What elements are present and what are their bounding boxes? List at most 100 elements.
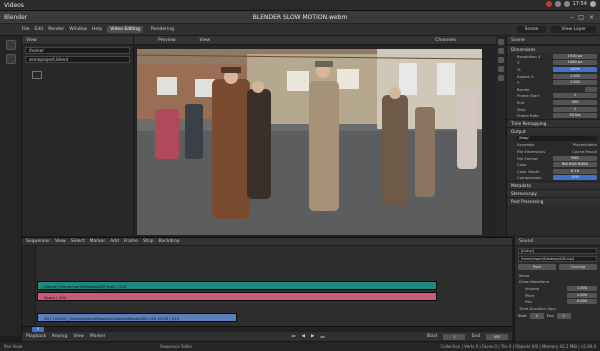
prop-row: End 450	[507, 99, 600, 106]
seq-menu-select[interactable]: Select	[71, 239, 85, 244]
jump-end-icon[interactable]: ⏭	[320, 334, 324, 340]
seq-menu-strip[interactable]: Strip	[143, 239, 154, 244]
audio-strip[interactable]: [Kutvp] /home/rspm/Desktop/DR.mp3 | 210	[37, 281, 437, 290]
file-view-menu[interactable]: View	[26, 38, 37, 43]
sound-buttons: Pack Caching	[518, 264, 597, 270]
street-scene-image	[137, 49, 482, 235]
tab-video-editing[interactable]: Video Editing	[107, 26, 144, 33]
video-preview-frame	[137, 49, 482, 235]
prop-row: Border	[507, 86, 600, 93]
time-duration-label: Time Duration (fps)	[519, 305, 556, 311]
menu-window[interactable]: Window	[69, 27, 87, 32]
seq-menu-frame[interactable]: Frame	[124, 239, 138, 244]
preview-mode[interactable]: Preview	[158, 38, 176, 43]
output-section[interactable]: Output	[507, 126, 600, 135]
prop-row: Frame Rate 30 fps	[507, 112, 600, 119]
preview-view-menu[interactable]: View	[200, 38, 211, 43]
network-icon[interactable]	[554, 1, 561, 7]
jump-start-icon[interactable]: ⏮	[291, 334, 295, 340]
metadata-section[interactable]: Metadata	[507, 181, 600, 190]
file-name-field[interactable]: someproject.blend	[25, 56, 130, 63]
status-mid: Sequence Slider	[160, 344, 193, 349]
menu-help[interactable]: Help	[92, 27, 102, 32]
prop-row: Frame Start 1	[507, 93, 600, 100]
end-frame-field[interactable]: 450	[486, 333, 508, 340]
prop-row: Y 1.000	[507, 79, 600, 86]
output-tab-icon[interactable]	[498, 48, 504, 54]
play-icon[interactable]: ▶	[311, 334, 314, 339]
keying-menu[interactable]: Keying	[52, 334, 67, 339]
prop-row: % 100%	[507, 66, 600, 73]
blender-menubar: File Edit Render Window Help Video Editi…	[0, 24, 600, 36]
post-processing-section[interactable]: Post Processing	[507, 197, 600, 206]
scene-tab-icon[interactable]	[498, 66, 504, 72]
start-frame-field[interactable]: 1	[443, 333, 466, 340]
menu-edit[interactable]: Edit	[35, 27, 44, 32]
dimensions-section[interactable]: Dimensions	[507, 45, 600, 53]
color-strip[interactable]: Spare | 450	[37, 292, 437, 301]
sequencer-header: Sequencer View Select Marker Add Frame S…	[22, 237, 512, 246]
time-remapping-section[interactable]: Time Remapping	[507, 118, 600, 127]
status-right: Collection | Verts 0 | Faces 0 | Tris 0 …	[440, 344, 596, 349]
render-tab-icon[interactable]	[498, 39, 504, 45]
file-browser-header: View	[22, 36, 133, 45]
properties-scene-label: Scene	[511, 37, 525, 43]
view-layer-tab-icon[interactable]	[498, 57, 504, 63]
view-menu[interactable]: View	[73, 334, 84, 339]
properties-tabs	[496, 36, 506, 236]
sound-start-field[interactable]: 0	[529, 312, 544, 319]
maximize-icon[interactable]: □	[578, 14, 584, 21]
seq-backdrop-toggle[interactable]: Backdrop	[159, 239, 180, 244]
start-frame-label: Start	[426, 334, 438, 339]
power-icon[interactable]	[590, 1, 596, 7]
tab-rendering[interactable]: Rendering	[148, 26, 177, 33]
minimize-icon[interactable]: –	[570, 14, 573, 21]
sound-strip-panel: Sound [Kutvp] /home/rspm/Desktop/DR.mp3 …	[514, 237, 600, 341]
sound-end-field[interactable]: 0	[556, 312, 571, 319]
close-icon[interactable]: ×	[589, 14, 594, 21]
channels-selector[interactable]: Channels	[435, 38, 456, 43]
volume-icon[interactable]	[563, 1, 570, 7]
window-controls: – □ ×	[570, 14, 594, 21]
preview-header: Preview View Channels	[134, 36, 496, 45]
app-menu[interactable]: Videos	[4, 2, 24, 9]
output-path-row: /tmp/	[507, 135, 600, 142]
window-titlebar: Blender BLENDER SLOW MOTION.webm – □ ×	[0, 11, 600, 24]
parent-folder-icon[interactable]	[32, 71, 42, 79]
movie-strip[interactable]: 001 | 00:00 | /home/rspm/Videos/Un-Video…	[37, 313, 237, 322]
scene-selector[interactable]: Scene	[516, 26, 547, 33]
prop-row: Color Depth 8 16	[507, 168, 600, 175]
sound-header[interactable]: Sound	[515, 237, 600, 246]
properties-header: Scene	[507, 36, 600, 45]
caching-button[interactable]: Caching	[559, 264, 597, 270]
world-tab-icon[interactable]	[498, 75, 504, 81]
waveform-option[interactable]: Draw Waveform	[515, 279, 600, 286]
select-tool-icon[interactable]	[6, 40, 16, 50]
playback-menu[interactable]: Playback	[26, 334, 46, 339]
path-field[interactable]: /home/	[25, 47, 130, 54]
pack-button[interactable]: Pack	[518, 264, 556, 270]
view-layer-selector[interactable]: View Layer	[551, 26, 596, 33]
status-bar: Pan View Sequence Slider Collection | Ve…	[0, 341, 600, 351]
menu-render[interactable]: Render	[48, 27, 64, 32]
file-browser-panel: View /home/ someproject.blend	[22, 36, 134, 236]
mono-option[interactable]: Mono	[515, 272, 600, 279]
play-reverse-icon[interactable]: ◀	[302, 334, 305, 339]
seq-menu-add[interactable]: Add	[110, 239, 119, 244]
prop-row: Y 1080 px	[507, 60, 600, 67]
blade-tool-icon[interactable]	[6, 54, 16, 64]
update-icon[interactable]	[545, 1, 552, 7]
status-left: Pan View	[4, 344, 22, 349]
sound-strip-name[interactable]: [Kutvp]	[518, 248, 597, 254]
tray-time[interactable]: 17:54	[573, 1, 587, 7]
marker-menu[interactable]: Marker	[90, 334, 106, 339]
seq-menu-marker[interactable]: Marker	[90, 239, 106, 244]
seq-menu-view[interactable]: View	[55, 239, 66, 244]
stereoscopy-section[interactable]: Stereoscopy	[507, 189, 600, 198]
sequencer-timeline: [Kutvp] /home/rspm/Desktop/DR.mp3 | 210 …	[22, 246, 512, 330]
prop-row: Saveable Placeholders	[517, 142, 597, 148]
prop-row: File Extensions Cache Result	[517, 148, 597, 154]
sound-file-path[interactable]: /home/rspm/Desktop/DR.mp3	[518, 256, 597, 262]
editor-type-sequencer[interactable]: Sequencer	[26, 239, 50, 244]
menu-file[interactable]: File	[22, 27, 30, 32]
